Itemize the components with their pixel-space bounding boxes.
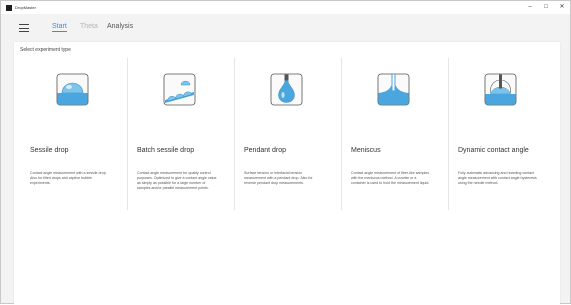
section-title: Select experiment type (20, 47, 71, 53)
card-description: Fully automatic advancing and receding c… (458, 171, 537, 185)
close-button[interactable]: ✕ (558, 1, 566, 14)
card-title: Sessile drop (30, 147, 69, 154)
tab-start[interactable]: Start (52, 23, 67, 32)
pendant-drop-icon (270, 73, 303, 106)
card-sessile-drop[interactable]: Sessile drop Contact angle measurement w… (20, 58, 127, 214)
card-description: Contact angle measurement with a sessile… (30, 171, 107, 185)
sessile-drop-icon (56, 73, 89, 106)
batch-sessile-drop-icon (163, 73, 196, 106)
title-bar: DropMaster – □ ✕ (1, 1, 570, 14)
window-controls: – □ ✕ (526, 1, 566, 14)
maximize-button[interactable]: □ (542, 1, 550, 14)
card-title: Pendant drop (244, 147, 287, 154)
app-window: DropMaster – □ ✕ Start Theta Analysis Se… (0, 0, 571, 305)
app-logo-icon (6, 4, 12, 11)
meniscus-icon (377, 73, 410, 106)
card-title: Batch sessile drop (137, 147, 195, 154)
minimize-button[interactable]: – (526, 1, 534, 14)
card-title: Meniscus (351, 147, 381, 154)
card-pendant-drop[interactable]: Pendant drop Surface tension or interfac… (234, 58, 341, 214)
tab-theta[interactable]: Theta (80, 23, 98, 30)
card-dynamic-contact-angle[interactable]: Dynamic contact angle Fully automatic ad… (448, 58, 555, 214)
tab-analysis[interactable]: Analysis (107, 23, 133, 30)
card-description: Contact angle measurement of fiber-like … (351, 171, 430, 185)
dynamic-contact-angle-icon (484, 73, 517, 106)
card-batch-sessile-drop[interactable]: Batch sessile drop Contact angle measure… (127, 58, 234, 214)
card-description: Contact angle measurement for quality co… (137, 171, 217, 190)
main-toolbar: Start Theta Analysis (1, 14, 570, 42)
card-meniscus[interactable]: Meniscus Contact angle measurement of fi… (341, 58, 448, 214)
window-title: DropMaster (15, 5, 36, 10)
hamburger-menu-icon[interactable] (19, 24, 29, 32)
experiment-type-panel: Select experiment type Sessile drop Cont… (14, 42, 560, 305)
card-description: Surface tension or interfacial tension m… (244, 171, 313, 185)
card-title: Dynamic contact angle (458, 147, 529, 154)
